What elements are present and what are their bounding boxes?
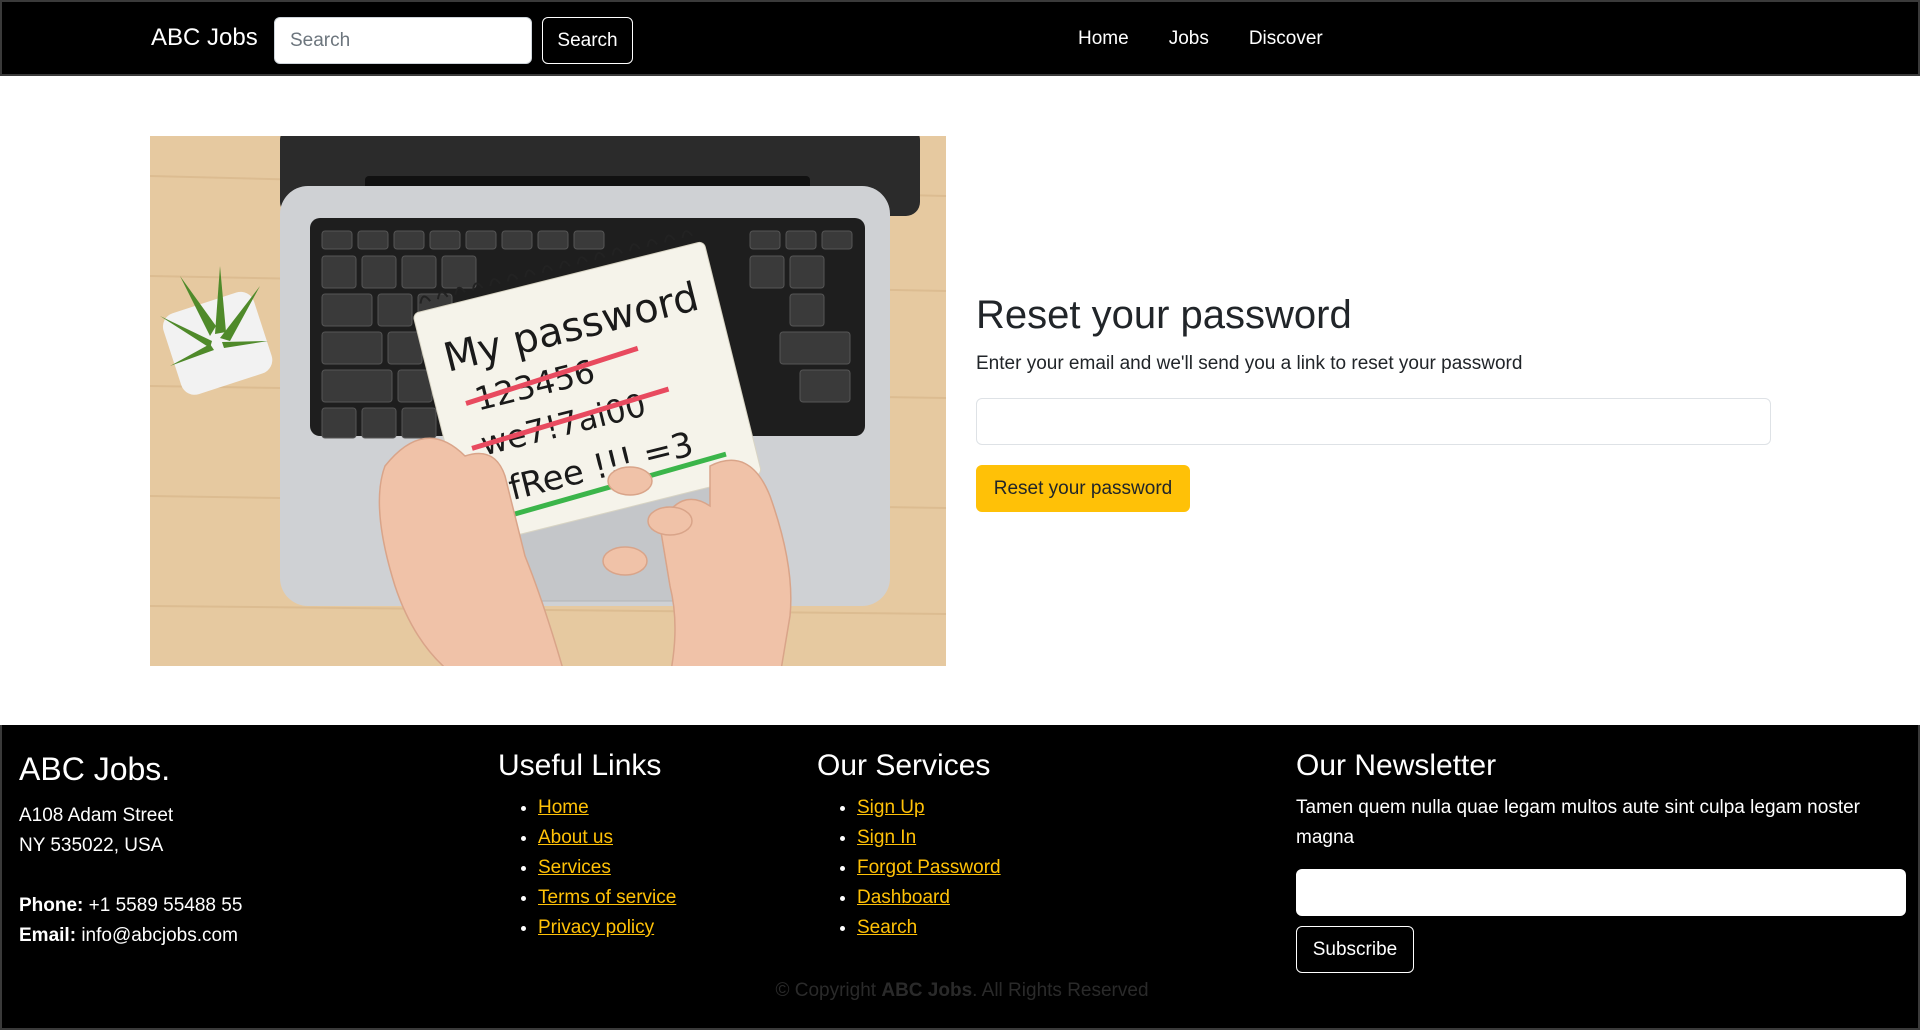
footer-brand: ABC Jobs. [19, 751, 171, 787]
newsletter-email-input[interactable] [1296, 869, 1906, 916]
reset-description: Enter your email and we'll send you a li… [976, 353, 1523, 374]
footer-link-services[interactable]: Services [538, 857, 611, 878]
reset-password-button[interactable]: Reset your password [976, 465, 1190, 512]
copyright-prefix: © Copyright [775, 980, 877, 1001]
footer-link-forgot-password[interactable]: Forgot Password [857, 857, 1001, 878]
search-button[interactable]: Search [542, 17, 633, 64]
brand-logo[interactable]: ABC Jobs [151, 24, 258, 52]
footer: ABC Jobs. A108 Adam Street NY 535022, US… [0, 725, 1920, 1030]
navbar: ABC Jobs Search Home Jobs Discover [0, 0, 1920, 76]
footer-contact: Phone: +1 5589 55488 55 Email: info@abcj… [19, 891, 242, 951]
services-column: Our Services Sign Up Sign In Forgot Pass… [817, 749, 1001, 943]
nav-link-jobs[interactable]: Jobs [1169, 28, 1209, 50]
footer-link-terms[interactable]: Terms of service [538, 887, 676, 908]
search-input[interactable] [274, 17, 532, 64]
services-title: Our Services [817, 749, 991, 782]
newsletter-column: Our Newsletter Tamen quem nulla quae leg… [1296, 749, 1906, 973]
address-line-1: A108 Adam Street [19, 805, 174, 826]
footer-link-home[interactable]: Home [538, 797, 589, 818]
email-value: info@abcjobs.com [81, 925, 238, 946]
nav-link-home[interactable]: Home [1078, 28, 1129, 50]
email-field[interactable] [976, 398, 1771, 445]
useful-links-column: Useful Links Home About us Services Term… [498, 749, 676, 943]
useful-links-title: Useful Links [498, 749, 662, 782]
footer-address: A108 Adam Street NY 535022, USA [19, 801, 173, 861]
footer-link-about[interactable]: About us [538, 827, 613, 848]
newsletter-text: Tamen quem nulla quae legam multos aute … [1296, 797, 1860, 848]
page-title: Reset your password [976, 293, 1352, 337]
password-notebook-image: My password 123456 we7!7ai00 ufRee !!! =… [150, 136, 946, 666]
footer-link-signup[interactable]: Sign Up [857, 797, 925, 818]
copyright: © Copyright ABC Jobs. All Rights Reserve… [2, 980, 1920, 1002]
nav-link-discover[interactable]: Discover [1249, 28, 1323, 50]
footer-link-search[interactable]: Search [857, 917, 917, 938]
subscribe-button[interactable]: Subscribe [1296, 926, 1414, 973]
copyright-suffix: . All Rights Reserved [972, 980, 1149, 1001]
footer-link-privacy[interactable]: Privacy policy [538, 917, 654, 938]
copyright-brand: ABC Jobs [881, 980, 973, 1001]
footer-link-dashboard[interactable]: Dashboard [857, 887, 950, 908]
phone-label: Phone: [19, 895, 84, 916]
newsletter-title: Our Newsletter [1296, 749, 1497, 782]
address-line-2: NY 535022, USA [19, 835, 164, 856]
footer-link-signin[interactable]: Sign In [857, 827, 916, 848]
nav-links: Home Jobs Discover [1078, 28, 1363, 50]
phone-value: +1 5589 55488 55 [88, 895, 243, 916]
email-label: Email: [19, 925, 77, 946]
